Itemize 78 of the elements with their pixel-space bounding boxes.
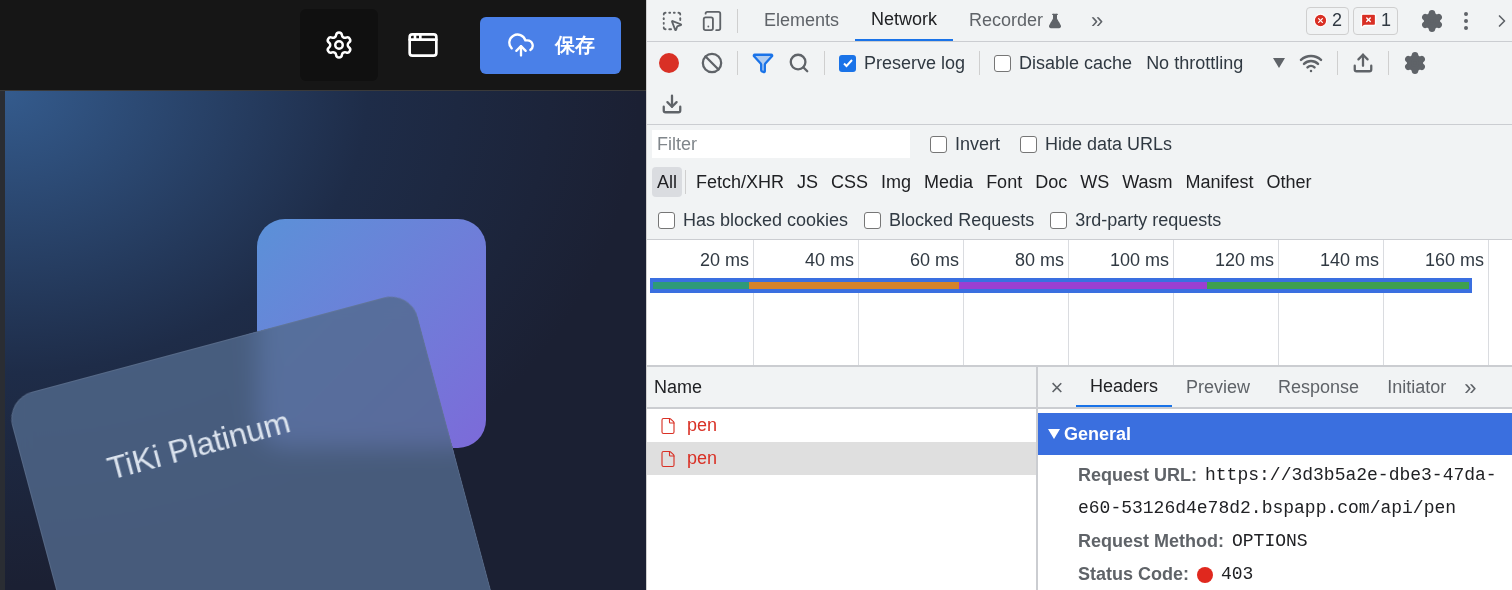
- more-tabs-button[interactable]: »: [1091, 4, 1104, 37]
- clear-icon[interactable]: [701, 52, 723, 74]
- filter-field[interactable]: Filter: [652, 130, 910, 158]
- type-filter[interactable]: WS: [1075, 167, 1115, 197]
- checkbox-label: Disable cache: [1019, 51, 1133, 75]
- device-toolbar-icon[interactable]: [701, 9, 723, 32]
- checkbox[interactable]: [658, 211, 675, 229]
- checkbox[interactable]: [839, 54, 856, 72]
- disclosure-icon: [1048, 429, 1060, 439]
- field-value: 403: [1221, 563, 1254, 586]
- checkbox-label: Hide data URLs: [1045, 132, 1173, 156]
- field-value: OPTIONS: [1232, 530, 1308, 553]
- error-count-badge[interactable]: 2: [1305, 6, 1349, 35]
- detail-tab[interactable]: Initiator: [1373, 367, 1461, 407]
- filter-icon[interactable]: [752, 52, 774, 74]
- field-label: Request Method:: [1078, 530, 1224, 553]
- type-filter[interactable]: Wasm: [1117, 167, 1178, 197]
- flask-icon: [1047, 12, 1064, 29]
- error-icon: [1312, 13, 1328, 28]
- type-filter[interactable]: Font: [981, 167, 1028, 197]
- field-label: Status Code:: [1078, 563, 1189, 586]
- checkbox-label: 3rd-party requests: [1075, 208, 1222, 232]
- detail-tab[interactable]: Headers: [1076, 367, 1173, 407]
- card-title: TiKi Platinum: [102, 402, 295, 489]
- caret-icon: [1273, 58, 1286, 68]
- upload-cloud-icon: [506, 31, 535, 59]
- search-icon[interactable]: [788, 52, 810, 74]
- timeline-tick: 100 ms: [1109, 249, 1169, 272]
- type-filter[interactable]: Img: [876, 167, 917, 197]
- issue-count-badge[interactable]: 1: [1353, 6, 1398, 35]
- checkbox-label: Has blocked cookies: [683, 208, 849, 232]
- column-header[interactable]: Name: [654, 373, 702, 401]
- type-filter[interactable]: Manifest: [1180, 167, 1259, 197]
- type-filter[interactable]: CSS: [826, 167, 874, 197]
- checkmark-icon: [841, 57, 854, 69]
- type-filter[interactable]: Doc: [1030, 167, 1073, 197]
- record-icon[interactable]: [659, 53, 679, 73]
- more-tabs-button[interactable]: »: [1464, 370, 1477, 404]
- checkbox-label: Invert: [955, 132, 1001, 156]
- checkbox[interactable]: [930, 135, 947, 153]
- inspect-icon[interactable]: [661, 9, 683, 32]
- section-header[interactable]: General: [1038, 413, 1512, 455]
- field-value: https://3d3b5a2e-dbe3-47da-: [1205, 464, 1497, 487]
- checkbox[interactable]: [1020, 135, 1038, 153]
- type-filter[interactable]: All: [652, 167, 682, 197]
- type-filter[interactable]: JS: [792, 167, 824, 197]
- checkbox[interactable]: [994, 54, 1012, 72]
- import-icon[interactable]: [1352, 52, 1375, 74]
- timeline-tick: 160 ms: [1424, 249, 1484, 272]
- throttling-dropdown[interactable]: No throttling: [1146, 49, 1286, 77]
- close-button[interactable]: ×: [1038, 370, 1076, 404]
- save-button[interactable]: 保存: [480, 16, 621, 74]
- file-icon: [659, 416, 677, 435]
- type-filter[interactable]: Fetch/XHR: [691, 167, 790, 197]
- export-icon[interactable]: [661, 93, 683, 115]
- timeline-tick: 20 ms: [699, 249, 749, 272]
- panel-tab[interactable]: Elements: [748, 0, 856, 41]
- settings-button[interactable]: [300, 9, 378, 81]
- checkbox[interactable]: [864, 211, 882, 229]
- panel-tab[interactable]: Network: [855, 0, 954, 41]
- panel-tab[interactable]: Recorder: [953, 0, 1080, 41]
- type-filter[interactable]: Media: [919, 167, 979, 197]
- timeline-tick: 120 ms: [1214, 249, 1274, 272]
- type-filter[interactable]: Other: [1261, 167, 1317, 197]
- timeline-tick: 140 ms: [1319, 249, 1379, 272]
- detail-tab[interactable]: Preview: [1172, 367, 1265, 407]
- field-value: e60-53126d4e78d2.bspapp.com/api/pen: [1078, 497, 1457, 520]
- timeline-tick: 40 ms: [804, 249, 854, 272]
- file-icon: [659, 449, 677, 468]
- checkbox-label: Preserve log: [864, 51, 966, 75]
- detail-tab[interactable]: Response: [1264, 367, 1374, 407]
- request-row[interactable]: pen: [647, 442, 1036, 475]
- timeline-tick: 60 ms: [909, 249, 959, 272]
- timeline-tick: 80 ms: [1014, 249, 1064, 272]
- checkbox[interactable]: [1050, 211, 1068, 229]
- checkbox-label: Blocked Requests: [889, 208, 1035, 232]
- issue-icon: [1360, 12, 1377, 29]
- field-label: Request URL:: [1078, 464, 1197, 487]
